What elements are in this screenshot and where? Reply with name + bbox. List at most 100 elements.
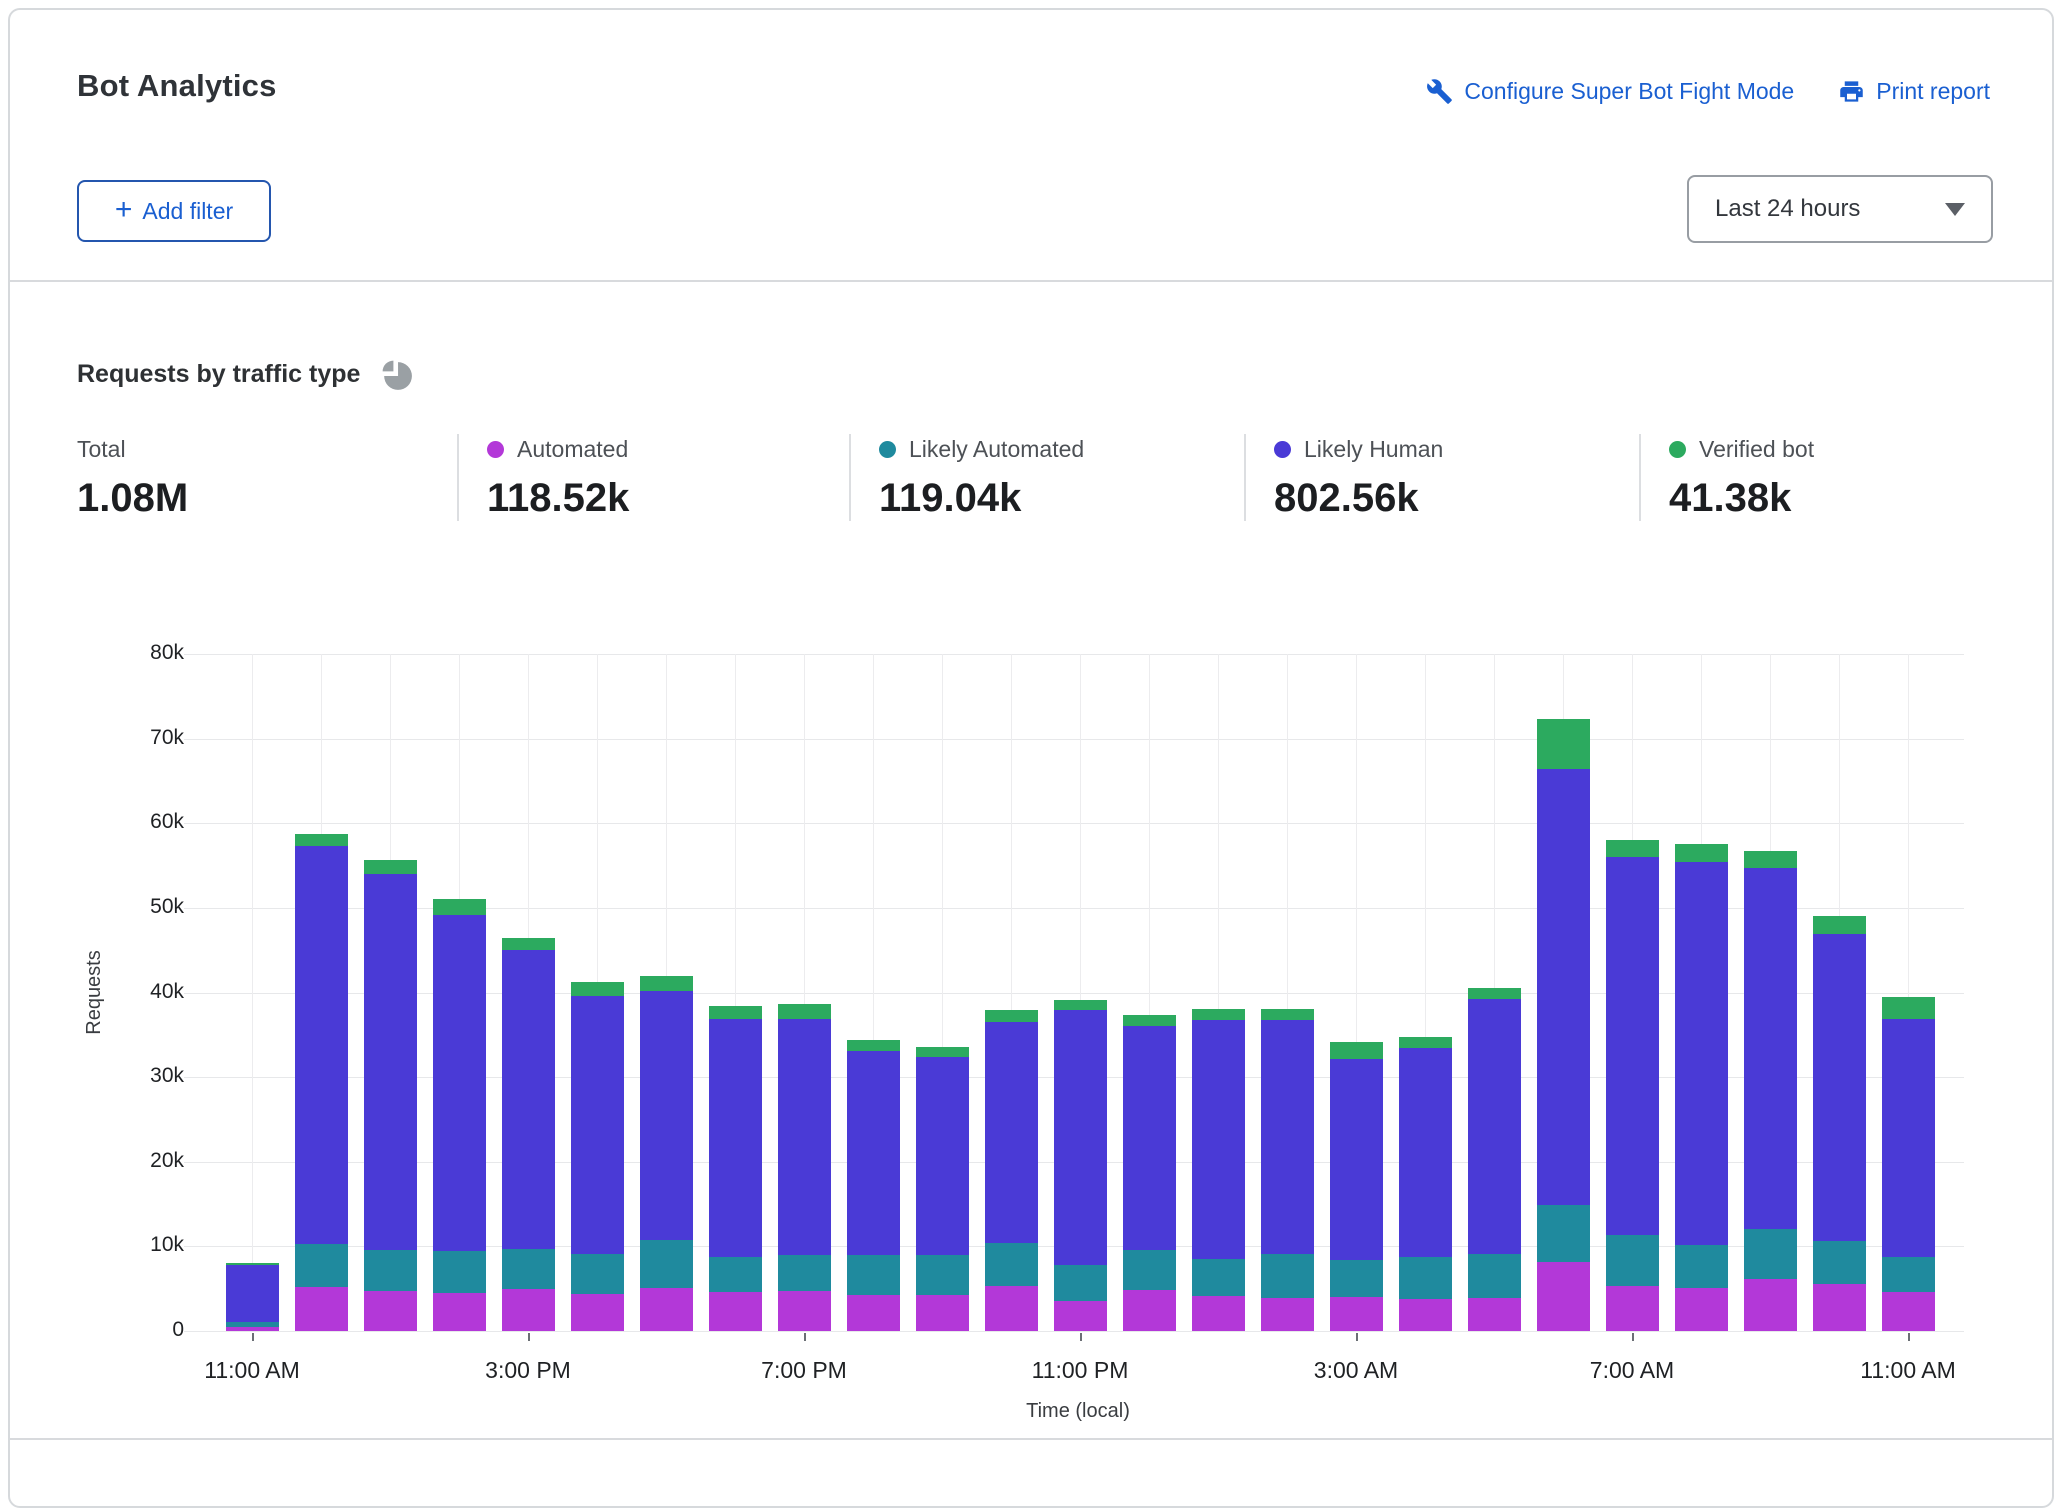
bar-1-00-am[interactable] xyxy=(1192,1009,1245,1331)
segment-verified-bot xyxy=(916,1047,969,1057)
time-range-select[interactable]: Last 24 hours xyxy=(1687,175,1993,243)
segment-likely-human xyxy=(364,874,417,1250)
segment-verified-bot xyxy=(985,1010,1038,1022)
x-axis-tick xyxy=(528,1333,530,1341)
legend-dot xyxy=(1669,441,1686,458)
segment-verified-bot xyxy=(1813,916,1866,934)
print-report-link[interactable]: Print report xyxy=(1838,78,1990,105)
stat-value: 119.04k xyxy=(879,476,1234,521)
bar-2-00-pm[interactable] xyxy=(433,899,486,1331)
add-filter-label: Add filter xyxy=(142,198,233,225)
segment-likely-human xyxy=(1468,999,1521,1254)
stat-automated: Automated118.52k xyxy=(457,434,849,521)
bar-slot xyxy=(1322,654,1391,1331)
segment-likely-human xyxy=(433,915,486,1252)
stat-value: 1.08M xyxy=(77,476,447,521)
stat-label: Verified bot xyxy=(1699,436,1814,463)
bar-6-00-pm[interactable] xyxy=(709,1006,762,1331)
bar-5-00-am[interactable] xyxy=(1468,988,1521,1331)
y-gridline xyxy=(184,1331,1964,1332)
bar-3-00-am[interactable] xyxy=(1330,1042,1383,1331)
segment-likely-automated xyxy=(433,1251,486,1292)
bar-9-00-pm[interactable] xyxy=(916,1047,969,1331)
printer-icon xyxy=(1838,78,1865,105)
segment-verified-bot xyxy=(1675,844,1728,862)
segment-automated xyxy=(1330,1297,1383,1331)
segment-likely-automated xyxy=(1675,1245,1728,1288)
bar-slot xyxy=(1460,654,1529,1331)
bar-5-00-pm[interactable] xyxy=(640,976,693,1331)
segment-verified-bot xyxy=(433,899,486,915)
segment-likely-automated xyxy=(985,1243,1038,1286)
bar-11-00-am[interactable] xyxy=(226,1263,279,1331)
x-axis-tick xyxy=(1908,1333,1910,1341)
section-heading: Requests by traffic type xyxy=(77,356,415,393)
bar-2-00-am[interactable] xyxy=(1261,1009,1314,1331)
bar-slot xyxy=(1184,654,1253,1331)
bar-slot xyxy=(701,654,770,1331)
bar-8-00-pm[interactable] xyxy=(847,1040,900,1331)
bar-slot xyxy=(563,654,632,1331)
segment-verified-bot xyxy=(364,860,417,874)
y-axis-tick-label: 30k xyxy=(64,1064,184,1088)
segment-automated xyxy=(1123,1290,1176,1331)
segment-likely-automated xyxy=(1192,1259,1245,1296)
bars-container xyxy=(218,654,1943,1331)
time-range-value: Last 24 hours xyxy=(1715,195,1860,223)
segment-likely-automated xyxy=(1261,1254,1314,1298)
x-axis-tick xyxy=(1356,1333,1358,1341)
bar-slot xyxy=(356,654,425,1331)
bar-11-00-am[interactable] xyxy=(1882,997,1935,1331)
segment-likely-human xyxy=(778,1019,831,1255)
segment-likely-human xyxy=(1399,1048,1452,1256)
bar-6-00-am[interactable] xyxy=(1537,719,1590,1331)
stat-label: Total xyxy=(77,436,126,463)
add-filter-button[interactable]: + Add filter xyxy=(77,180,271,242)
bar-4-00-am[interactable] xyxy=(1399,1037,1452,1331)
y-axis-title: Requests xyxy=(83,950,106,1035)
bar-slot xyxy=(1598,654,1667,1331)
segment-verified-bot xyxy=(1606,840,1659,857)
section-title: Requests by traffic type xyxy=(77,360,360,389)
segment-verified-bot xyxy=(1537,719,1590,769)
bar-slot xyxy=(770,654,839,1331)
bar-1-00-pm[interactable] xyxy=(364,860,417,1331)
bot-analytics-card: Bot Analytics Configure Super Bot Fight … xyxy=(8,8,2054,1508)
segment-likely-human xyxy=(226,1265,279,1322)
segment-verified-bot xyxy=(1261,1009,1314,1020)
bar-7-00-am[interactable] xyxy=(1606,840,1659,1331)
stat-verified-bot: Verified bot 41.38k xyxy=(1639,434,1999,521)
bar-12-00-pm[interactable] xyxy=(295,834,348,1331)
bar-3-00-pm[interactable] xyxy=(502,938,555,1331)
bar-slot xyxy=(977,654,1046,1331)
segment-verified-bot xyxy=(640,976,693,990)
segment-automated xyxy=(1054,1301,1107,1331)
bar-9-00-am[interactable] xyxy=(1744,851,1797,1331)
x-axis-tick xyxy=(1632,1333,1634,1341)
bar-slot xyxy=(1874,654,1943,1331)
stat-value: 41.38k xyxy=(1669,476,1989,521)
segment-automated xyxy=(502,1289,555,1331)
bar-4-00-pm[interactable] xyxy=(571,982,624,1331)
chevron-down-icon xyxy=(1945,203,1965,216)
print-link-label: Print report xyxy=(1876,78,1990,105)
segment-automated xyxy=(295,1287,348,1331)
bar-7-00-pm[interactable] xyxy=(778,1004,831,1331)
segment-verified-bot xyxy=(571,982,624,996)
bar-slot xyxy=(632,654,701,1331)
segment-automated xyxy=(1606,1286,1659,1331)
bar-12-00-am[interactable] xyxy=(1123,1015,1176,1331)
y-axis-tick-label: 60k xyxy=(64,810,184,834)
segment-automated xyxy=(1813,1284,1866,1331)
traffic-type-legend-stats: Total1.08MAutomated118.52kLikely Automat… xyxy=(77,434,1999,521)
segment-automated xyxy=(916,1295,969,1331)
segment-verified-bot xyxy=(295,834,348,846)
segment-automated xyxy=(640,1288,693,1331)
bar-slot xyxy=(1391,654,1460,1331)
bar-slot xyxy=(494,654,563,1331)
bar-10-00-am[interactable] xyxy=(1813,916,1866,1331)
bar-8-00-am[interactable] xyxy=(1675,844,1728,1331)
configure-super-bot-fight-mode-link[interactable]: Configure Super Bot Fight Mode xyxy=(1426,78,1794,105)
bar-10-00-pm[interactable] xyxy=(985,1010,1038,1331)
bar-11-00-pm[interactable] xyxy=(1054,1000,1107,1331)
